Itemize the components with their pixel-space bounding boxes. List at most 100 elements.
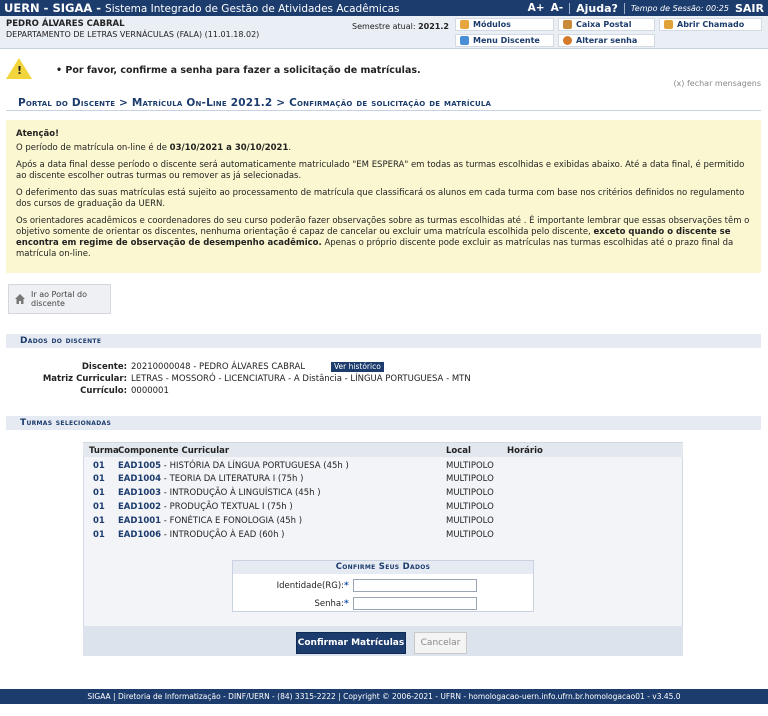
table-row: 01 EAD1006 - INTRODUÇÃO À EAD (60h ) MUL… bbox=[83, 529, 683, 542]
identidade-label: Identidade(RG): bbox=[276, 581, 344, 591]
period-dates: 03/10/2021 a 30/10/2021 bbox=[169, 143, 289, 153]
portal-button-label: Ir ao Portal do discente bbox=[31, 290, 87, 308]
curriculo-value: 0000001 bbox=[131, 386, 169, 396]
componente-name: - INTRODUÇÃO À LINGUÍSTICA (45h ) bbox=[161, 488, 321, 498]
brand-name: UERN - SIGAA - bbox=[4, 1, 102, 15]
curriculo-label: Currículo: bbox=[80, 386, 127, 396]
componente-code-link[interactable]: EAD1006 bbox=[118, 530, 161, 540]
dados-section-title: Dados do discente bbox=[6, 334, 761, 348]
ver-historico-button[interactable]: Ver histórico bbox=[331, 362, 384, 372]
logout-link[interactable]: SAIR bbox=[735, 2, 764, 15]
footer: SIGAA | Diretoria de Informatização - DI… bbox=[0, 689, 768, 704]
alterar-senha-button[interactable]: Alterar senha bbox=[558, 34, 655, 47]
abrir-chamado-button[interactable]: Abrir Chamado bbox=[659, 18, 762, 31]
font-increase-button[interactable]: A+ bbox=[528, 2, 545, 14]
componente-cell: EAD1001 - FONÉTICA E FONOLOGIA (45h ) bbox=[118, 516, 302, 526]
local-cell: MULTIPOLO bbox=[446, 530, 494, 540]
help-link[interactable]: Ajuda? bbox=[576, 2, 618, 15]
senha-label: Senha: bbox=[314, 599, 344, 609]
attention-paragraph-2: Após a data final desse período o discen… bbox=[16, 160, 745, 181]
message-bar: ! • Por favor, confirme a senha para faz… bbox=[6, 56, 761, 89]
componente-code-link[interactable]: EAD1003 bbox=[118, 488, 161, 498]
turma-number: 01 bbox=[93, 516, 105, 526]
home-icon bbox=[15, 294, 25, 304]
alterar-senha-label: Alterar senha bbox=[576, 36, 638, 45]
matriz-value: LETRAS - MOSSORÓ - LICENCIATURA - A Dist… bbox=[131, 374, 471, 384]
attention-paragraph-4: Os orientadores acadêmicos e coordenador… bbox=[16, 216, 751, 260]
table-row: 01 EAD1002 - PRODUÇÃO TEXTUAL I (75h ) M… bbox=[83, 501, 683, 514]
modules-icon bbox=[460, 20, 469, 29]
modulos-button[interactable]: Módulos bbox=[455, 18, 554, 31]
turma-number: 01 bbox=[93, 530, 105, 540]
componente-name: - HISTÓRIA DA LÍNGUA PORTUGUESA (45h ) bbox=[161, 461, 349, 471]
componente-code-link[interactable]: EAD1002 bbox=[118, 502, 161, 512]
caixa-postal-label: Caixa Postal bbox=[576, 20, 632, 29]
confirm-data-title: Confirme Seus Dados bbox=[233, 561, 533, 574]
system-title: UERN - SIGAA - Sistema Integrado de Gest… bbox=[0, 1, 400, 15]
key-icon bbox=[563, 36, 572, 45]
menu-discente-button[interactable]: Menu Discente bbox=[455, 34, 554, 47]
warning-icon-mark: ! bbox=[17, 64, 23, 77]
componente-name: - INTRODUÇÃO À EAD (60h ) bbox=[161, 530, 285, 540]
componente-code-link[interactable]: EAD1005 bbox=[118, 461, 161, 471]
divider bbox=[6, 110, 761, 111]
turma-number: 01 bbox=[93, 461, 105, 471]
turma-number: 01 bbox=[93, 502, 105, 512]
discente-value: 20210000048 - PEDRO ÁLVARES CABRAL bbox=[131, 362, 306, 372]
top-bar: UERN - SIGAA - Sistema Integrado de Gest… bbox=[0, 0, 768, 16]
local-cell: MULTIPOLO bbox=[446, 502, 494, 512]
caixa-postal-button[interactable]: Caixa Postal bbox=[558, 18, 655, 31]
attention-paragraph-3: O deferimento das suas matrículas está s… bbox=[16, 188, 745, 209]
column-header-componente: Componente Curricular bbox=[118, 446, 230, 456]
attention-period: O período de matrícula on-line é de 03/1… bbox=[16, 143, 751, 154]
senha-input[interactable] bbox=[353, 597, 477, 610]
font-decrease-button[interactable]: A- bbox=[551, 2, 563, 14]
componente-code-link[interactable]: EAD1004 bbox=[118, 474, 161, 484]
modulos-label: Módulos bbox=[473, 20, 511, 29]
table-row: 01 EAD1004 - TEORIA DA LITERATURA I (75h… bbox=[83, 473, 683, 486]
portal-label-line1: Ir ao Portal do bbox=[31, 290, 88, 299]
componente-cell: EAD1006 - INTRODUÇÃO À EAD (60h ) bbox=[118, 530, 284, 540]
turma-number: 01 bbox=[93, 488, 105, 498]
identidade-input[interactable] bbox=[353, 579, 477, 592]
abrir-chamado-label: Abrir Chamado bbox=[677, 20, 745, 29]
message-content: Por favor, confirme a senha para fazer a… bbox=[65, 65, 421, 76]
breadcrumb: Portal do Discente > Matrícula On-Line 2… bbox=[18, 97, 492, 109]
attention-title: Atenção! bbox=[16, 129, 59, 139]
column-header-turma: Turma bbox=[89, 446, 119, 456]
user-header: PEDRO ÁLVARES CABRAL DEPARTAMENTO DE LET… bbox=[0, 16, 768, 49]
divider bbox=[623, 2, 625, 14]
componente-cell: EAD1002 - PRODUÇÃO TEXTUAL I (75h ) bbox=[118, 502, 293, 512]
local-cell: MULTIPOLO bbox=[446, 461, 494, 471]
componente-cell: EAD1004 - TEORIA DA LITERATURA I (75h ) bbox=[118, 474, 303, 484]
turma-number: 01 bbox=[93, 474, 105, 484]
portal-label-line2: discente bbox=[31, 299, 65, 308]
message-text: • Por favor, confirme a senha para fazer… bbox=[56, 65, 421, 76]
componente-name: - PRODUÇÃO TEXTUAL I (75h ) bbox=[161, 502, 293, 512]
mailbox-icon bbox=[563, 20, 572, 29]
menu-discente-label: Menu Discente bbox=[473, 36, 540, 45]
semester-value: 2021.2 bbox=[418, 22, 449, 31]
cancel-button[interactable]: Cancelar bbox=[414, 632, 467, 654]
table-row: 01 EAD1001 - FONÉTICA E FONOLOGIA (45h )… bbox=[83, 515, 683, 528]
semester-label: Semestre atual: bbox=[352, 22, 416, 31]
table-row: 01 EAD1005 - HISTÓRIA DA LÍNGUA PORTUGUE… bbox=[83, 460, 683, 473]
user-name: PEDRO ÁLVARES CABRAL bbox=[6, 19, 125, 29]
discente-label: Discente: bbox=[81, 362, 127, 372]
divider bbox=[569, 2, 571, 14]
componente-code-link[interactable]: EAD1001 bbox=[118, 516, 161, 526]
local-cell: MULTIPOLO bbox=[446, 488, 494, 498]
student-menu-icon bbox=[460, 36, 469, 45]
confirmar-matriculas-button[interactable]: Confirmar Matrículas bbox=[296, 632, 406, 654]
portal-discente-button[interactable]: Ir ao Portal do discente bbox=[8, 284, 111, 314]
period-prefix: O período de matrícula on-line é de bbox=[16, 143, 170, 153]
componente-cell: EAD1003 - INTRODUÇÃO À LINGUÍSTICA (45h … bbox=[118, 488, 321, 498]
current-semester: Semestre atual: 2021.2 bbox=[352, 22, 449, 31]
table-row: 01 EAD1003 - INTRODUÇÃO À LINGUÍSTICA (4… bbox=[83, 487, 683, 500]
close-messages-link[interactable]: (x) fechar mensagens bbox=[673, 79, 761, 88]
ticket-icon bbox=[664, 20, 673, 29]
system-name: Sistema Integrado de Gestão de Atividade… bbox=[105, 3, 400, 15]
required-mark: * bbox=[344, 581, 349, 591]
column-header-horario: Horário bbox=[507, 446, 543, 456]
attention-box: Atenção! O período de matrícula on-line … bbox=[6, 120, 761, 273]
